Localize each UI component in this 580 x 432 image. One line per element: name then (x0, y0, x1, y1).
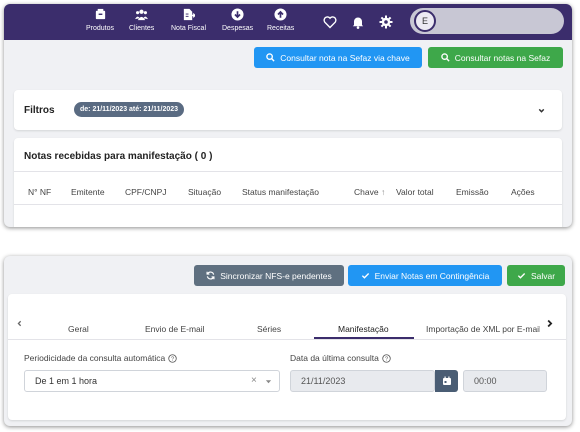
nav-clientes-label: Clientes (129, 25, 155, 32)
col-header-nf[interactable]: N° NF (28, 187, 51, 197)
tab-envio-email[interactable]: Envio de E-mail (145, 324, 205, 334)
search-icon (266, 53, 275, 62)
avatar[interactable]: E (414, 10, 436, 32)
settings-panel: Sincronizar NFS-e pendentes Enviar Notas… (4, 256, 572, 426)
gear-icon[interactable] (379, 15, 393, 29)
nav-receitas-label: Receitas (267, 25, 295, 32)
nav-produtos[interactable]: Produtos (86, 8, 114, 33)
chevron-left-icon[interactable] (15, 319, 24, 328)
calendar-icon (442, 376, 451, 385)
nav-despesas[interactable]: Despesas (222, 8, 253, 33)
chevron-right-icon[interactable] (544, 318, 555, 329)
col-header-acoes: Ações (511, 187, 535, 197)
periodicidade-value: De 1 em 1 hora (35, 376, 98, 386)
notas-title: Notas recebidas para manifestação ( 0 ) (24, 151, 213, 162)
date-range-chip: de: 21/11/2023 até: 21/11/2023 (74, 102, 185, 117)
check-icon (517, 273, 526, 279)
col-header-chave[interactable]: Chave ↑ (354, 187, 385, 197)
save-label: Salvar (530, 270, 556, 281)
periodicidade-select[interactable]: De 1 em 1 hora × (24, 370, 280, 392)
users-icon (135, 9, 149, 21)
divider (14, 204, 562, 205)
consultar-chave-button[interactable]: Consultar nota na Sefaz via chave (254, 47, 422, 68)
nav-clientes[interactable]: Clientes (129, 8, 154, 33)
col-header-valor[interactable]: Valor total (396, 187, 434, 197)
nav-produtos-label: Produtos (86, 25, 115, 32)
active-tab-indicator (314, 337, 414, 339)
help-icon[interactable]: ? (168, 353, 177, 363)
arrow-down-circle-icon (231, 8, 244, 21)
heart-icon[interactable] (323, 15, 337, 29)
save-button[interactable]: Salvar (507, 265, 565, 286)
divider (14, 171, 562, 172)
search-icon (440, 53, 450, 62)
sort-arrow-icon: ↑ (380, 187, 386, 197)
clear-icon[interactable]: × (251, 375, 257, 386)
enviar-contingencia-button[interactable]: Enviar Notas em Contingência (348, 265, 502, 286)
col-header-status[interactable]: Status manifestação (242, 187, 319, 197)
col-header-cpf-cnpj[interactable]: CPF/CNPJ (125, 187, 167, 197)
help-icon[interactable]: ? (382, 353, 391, 363)
tab-importacao-xml[interactable]: Importação de XML por E-mail (426, 324, 540, 334)
col-header-emissao[interactable]: Emissão (456, 187, 489, 197)
consultar-notas-button[interactable]: Consultar notas na Sefaz (428, 47, 563, 68)
nav-despesas-label: Despesas (222, 25, 254, 32)
notas-card: Notas recebidas para manifestação ( 0 ) … (14, 138, 562, 227)
sincronizar-button[interactable]: Sincronizar NFS-e pendentes (194, 265, 344, 286)
ultima-consulta-date-input: 21/11/2023 (290, 370, 435, 392)
tab-series[interactable]: Séries (257, 324, 281, 334)
periodicidade-label: Periodicidade da consulta automática (24, 353, 166, 363)
ultima-consulta-field-label: Data da última consulta ? (290, 353, 391, 363)
nav-nota-fiscal-label: Nota Fiscal (171, 25, 207, 32)
arrow-up-circle-icon (274, 8, 287, 21)
consultar-notas-label: Consultar notas na Sefaz (454, 52, 551, 63)
caret-down-icon[interactable] (265, 378, 272, 385)
col-header-situacao[interactable]: Situação (188, 187, 221, 197)
tab-geral[interactable]: Geral (68, 324, 89, 334)
box-icon (95, 8, 105, 20)
ultima-consulta-time-input: 00:00 (463, 370, 547, 392)
check-icon (361, 273, 369, 279)
nav-nota-fiscal[interactable]: Nota Fiscal (171, 8, 206, 33)
enviar-contingencia-label: Enviar Notas em Contingência (374, 270, 490, 281)
ultima-consulta-date: 21/11/2023 (301, 376, 346, 386)
sincronizar-label: Sincronizar NFS-e pendentes (220, 270, 332, 281)
col-header-chave-label: Chave (354, 187, 379, 197)
nav-receitas[interactable]: Receitas (267, 8, 294, 33)
ultima-consulta-time: 00:00 (474, 376, 497, 386)
manifest-panel: Produtos Clientes Nota Fiscal Despesas R… (4, 4, 572, 227)
ultima-consulta-label: Data da última consulta (290, 353, 379, 363)
col-header-emitente[interactable]: Emitente (71, 187, 105, 197)
filters-title: Filtros (24, 105, 55, 116)
consultar-chave-label: Consultar nota na Sefaz via chave (280, 52, 410, 63)
filters-card[interactable]: Filtros de: 21/11/2023 até: 21/11/2023 (14, 90, 562, 130)
sync-icon (206, 271, 215, 280)
calendar-button[interactable] (435, 370, 458, 392)
invoice-icon (183, 8, 195, 21)
top-navbar: Produtos Clientes Nota Fiscal Despesas R… (4, 4, 572, 40)
chevron-down-icon[interactable] (537, 106, 546, 115)
bell-icon[interactable] (351, 15, 365, 29)
periodicidade-field-label: Periodicidade da consulta automática ? (24, 353, 177, 363)
tab-manifestacao[interactable]: Manifestação (338, 324, 389, 334)
